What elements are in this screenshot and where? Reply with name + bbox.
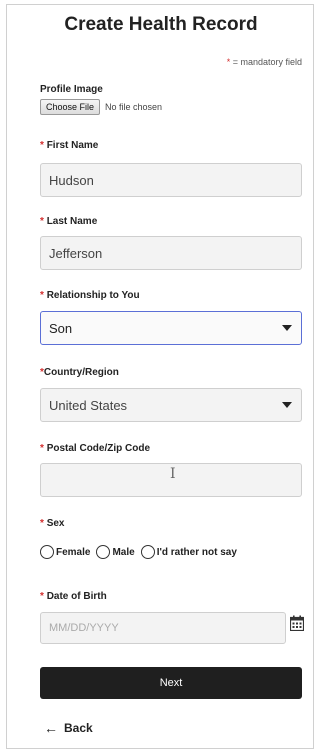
- required-asterisk: *: [40, 443, 44, 454]
- first-name-label: * First Name: [40, 140, 98, 151]
- relationship-select[interactable]: Son: [40, 311, 302, 345]
- sex-option-not-say[interactable]: I'd rather not say: [140, 545, 237, 559]
- required-asterisk: *: [40, 518, 44, 529]
- sex-label: * Sex: [40, 518, 64, 529]
- required-asterisk: *: [40, 290, 44, 301]
- first-name-label-text: First Name: [46, 140, 99, 151]
- calendar-icon[interactable]: [290, 615, 304, 631]
- sex-option-label: Male: [112, 546, 135, 558]
- relationship-value: Son: [49, 320, 73, 336]
- last-name-field[interactable]: Jefferson: [40, 236, 302, 270]
- dob-label: * Date of Birth: [40, 591, 107, 602]
- required-asterisk: *: [40, 140, 44, 151]
- mandatory-note-text: = mandatory field: [230, 57, 302, 67]
- country-label-text: Country/Region: [43, 367, 119, 378]
- radio-button[interactable]: [140, 545, 155, 559]
- first-name-value: Hudson: [49, 172, 94, 188]
- dob-placeholder: MM/DD/YYYY: [49, 622, 119, 634]
- dob-label-text: Date of Birth: [46, 591, 107, 602]
- back-link[interactable]: ← Back: [44, 720, 93, 736]
- dob-field[interactable]: MM/DD/YYYY: [40, 612, 286, 644]
- radio-button[interactable]: [96, 545, 111, 559]
- file-status: No file chosen: [105, 102, 163, 112]
- postal-code-label-text: Postal Code/Zip Code: [46, 443, 151, 454]
- country-value: United States: [49, 397, 128, 413]
- page-title: Create Health Record: [64, 14, 258, 35]
- profile-image-input[interactable]: Choose File No file chosen: [40, 98, 162, 116]
- sex-radio-group: Female Male I'd rather not say: [40, 545, 243, 559]
- sex-option-label: I'd rather not say: [156, 546, 237, 558]
- relationship-label: * Relationship to You: [40, 290, 140, 301]
- first-name-field[interactable]: Hudson: [40, 163, 302, 197]
- last-name-label: * Last Name: [40, 216, 97, 227]
- country-select[interactable]: United States: [40, 388, 302, 422]
- last-name-label-text: Last Name: [46, 216, 98, 227]
- choose-file-button[interactable]: Choose File: [40, 99, 101, 115]
- arrow-left-icon: ←: [44, 720, 58, 736]
- chevron-down-icon: [282, 325, 292, 331]
- required-asterisk: *: [40, 216, 44, 227]
- sex-option-female[interactable]: Female: [40, 545, 90, 559]
- radio-button[interactable]: [40, 545, 54, 559]
- country-label: *Country/Region: [40, 367, 119, 378]
- sex-option-male[interactable]: Male: [96, 545, 135, 559]
- chevron-down-icon: [282, 402, 292, 408]
- profile-image-label: Profile Image: [40, 84, 103, 95]
- mandatory-note: * = mandatory field: [227, 57, 302, 67]
- sex-label-text: Sex: [46, 518, 65, 529]
- required-asterisk: *: [40, 591, 44, 602]
- text-cursor-icon: I: [170, 466, 176, 482]
- last-name-value: Jefferson: [49, 245, 103, 261]
- back-label: Back: [64, 721, 93, 735]
- relationship-label-text: Relationship to You: [46, 290, 140, 301]
- postal-code-label: * Postal Code/Zip Code: [40, 443, 150, 454]
- next-button[interactable]: Next: [40, 667, 302, 699]
- sex-option-label: Female: [56, 546, 91, 558]
